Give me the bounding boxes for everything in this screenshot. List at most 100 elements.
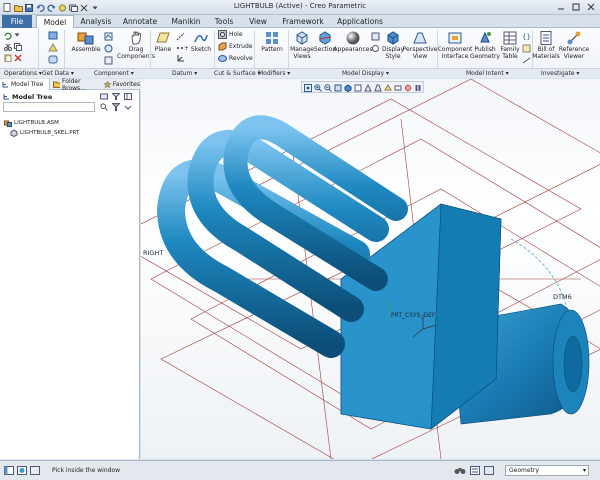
bill-of-materials-button[interactable]: Bill of Materials <box>532 30 560 60</box>
publish-geometry-button[interactable]: Publish Geometry <box>470 30 500 60</box>
tab-applications[interactable]: Applications <box>332 15 388 28</box>
coordinate-system-icon[interactable] <box>176 54 185 63</box>
datum-point-icon[interactable]: + <box>176 43 188 52</box>
browser-toggle-icon[interactable] <box>17 466 27 475</box>
copy-icon[interactable] <box>14 43 22 51</box>
cut-icon[interactable] <box>4 43 12 51</box>
selection-mode-icon[interactable] <box>484 466 494 475</box>
group-modifiers[interactable]: Modifiers ▾ <box>258 70 290 77</box>
search-icon[interactable] <box>100 103 108 111</box>
tab-file[interactable]: File <box>2 15 32 28</box>
shrinkwrap-icon[interactable] <box>48 55 58 64</box>
manage-views-button[interactable]: Manage Views <box>290 30 314 60</box>
pattern-label: Pattern <box>261 46 283 53</box>
component-interface-button[interactable]: Component Interface <box>438 30 472 60</box>
view-manager-icon[interactable] <box>363 83 372 92</box>
tab-model-tree[interactable]: Model Tree <box>0 79 50 90</box>
model-tree-header-icon <box>3 94 9 100</box>
extrude-button[interactable]: Extrude <box>218 42 252 51</box>
switch-dimensions-icon[interactable] <box>522 56 531 65</box>
hole-button[interactable]: Hole <box>218 30 243 39</box>
datum-axis-icon[interactable] <box>176 32 185 41</box>
group-datum[interactable]: Datum ▾ <box>172 70 197 77</box>
minimize-icon[interactable] <box>554 1 568 13</box>
sketch-button[interactable]: Sketch <box>190 30 212 54</box>
annotation-display-icon[interactable] <box>393 83 402 92</box>
pattern-button[interactable]: Pattern <box>258 30 286 54</box>
maximize-icon[interactable] <box>569 1 583 13</box>
find-binoculars-icon[interactable] <box>454 466 466 475</box>
tree-filters-icon[interactable] <box>112 93 120 100</box>
zoom-out-icon[interactable] <box>323 83 332 92</box>
tab-tools[interactable]: Tools <box>208 15 240 28</box>
paste-icon[interactable] <box>4 54 12 62</box>
graphics-window[interactable]: PRT_CSYS_DEF DTM6 RIGHT <box>141 79 600 459</box>
regenerate-options-icon[interactable] <box>14 32 20 38</box>
component-move-icon[interactable] <box>104 56 113 65</box>
regenerate-button[interactable] <box>4 32 12 40</box>
tree-settings-icon[interactable] <box>100 93 108 100</box>
datum-label-right[interactable]: RIGHT <box>143 249 163 257</box>
relations-icon[interactable]: {} <box>522 32 531 41</box>
pause-icon[interactable] <box>413 83 422 92</box>
close-icon[interactable] <box>584 1 598 13</box>
selection-filter-select[interactable]: Geometry ▾ <box>505 465 589 476</box>
tree-expand-icon[interactable] <box>124 103 132 111</box>
group-model-intent[interactable]: Model Intent ▾ <box>466 70 509 77</box>
group-model-display[interactable]: Model Display ▾ <box>342 70 389 77</box>
selection-list-icon[interactable] <box>470 466 480 475</box>
full-screen-icon[interactable] <box>30 466 40 475</box>
display-style-button[interactable]: Display Style <box>381 30 405 60</box>
perspective-small-icon[interactable] <box>373 83 382 92</box>
family-table-button[interactable]: Family Table <box>498 30 522 60</box>
delete-icon[interactable] <box>14 54 22 62</box>
tab-folder-browser[interactable]: Folder Brows... <box>51 78 101 92</box>
group-get-data[interactable]: Get Data ▾ <box>42 70 74 77</box>
filter-funnel-icon[interactable] <box>112 103 120 111</box>
model-tree-icon <box>2 82 8 88</box>
status-message: Pick inside the window <box>52 467 121 474</box>
model-tree-search-input[interactable] <box>3 102 95 112</box>
datum-label-csys[interactable]: PRT_CSYS_DEF <box>391 312 436 319</box>
repaint-icon[interactable] <box>333 83 342 92</box>
svg-text:{}: {} <box>522 33 531 41</box>
tab-view[interactable]: View <box>242 15 274 28</box>
revolve-button[interactable]: Revolve <box>218 54 253 63</box>
tree-item-part[interactable]: LIGHTBULB_SKEL.PRT <box>10 129 79 137</box>
saved-orientations-small-icon[interactable] <box>353 83 362 92</box>
tree-item-assembly[interactable]: LIGHTBULB.ASM <box>4 119 59 127</box>
tab-favorites[interactable]: Favorites <box>102 79 140 90</box>
assemble-button[interactable]: Assemble <box>70 30 102 54</box>
saved-orientations-icon[interactable] <box>371 32 380 41</box>
refit-icon[interactable] <box>371 44 380 53</box>
group-investigate[interactable]: Investigate ▾ <box>541 70 579 77</box>
user-defined-feature-icon[interactable] <box>48 31 58 40</box>
datum-display-filters-icon[interactable] <box>383 83 392 92</box>
component-tool-icon[interactable] <box>104 32 113 41</box>
tab-annotate[interactable]: Annotate <box>118 15 162 28</box>
refit-view-icon[interactable] <box>303 83 312 92</box>
perspective-view-button[interactable]: Perspective View <box>403 30 437 60</box>
ribbon-group-labels: Operations ▾ Get Data ▾ Component ▾ Datu… <box>0 68 600 78</box>
tree-columns-icon[interactable] <box>124 93 132 100</box>
tab-analysis[interactable]: Analysis <box>76 15 116 28</box>
appearances-button[interactable]: Appearances <box>333 30 373 54</box>
tab-model[interactable]: Model <box>36 15 74 29</box>
tab-manikin[interactable]: Manikin <box>166 15 206 28</box>
group-component[interactable]: Component ▾ <box>94 70 134 77</box>
display-style-small-icon[interactable] <box>343 83 352 92</box>
model-canvas[interactable]: PRT_CSYS_DEF DTM6 RIGHT <box>141 79 600 459</box>
datum-label-dtm6[interactable]: DTM6 <box>553 293 572 301</box>
zoom-in-icon[interactable] <box>313 83 322 92</box>
plane-button[interactable]: Plane <box>152 30 174 54</box>
group-operations[interactable]: Operations ▾ <box>4 70 42 77</box>
revolve-icon <box>218 55 227 62</box>
group-cut-surface[interactable]: Cut & Surface ▾ <box>214 70 261 77</box>
navigator-toggle-icon[interactable] <box>4 466 14 475</box>
spin-center-icon[interactable] <box>403 83 412 92</box>
component-operations-icon[interactable] <box>104 44 113 53</box>
copy-geometry-icon[interactable] <box>48 43 58 52</box>
tab-framework[interactable]: Framework <box>276 15 330 28</box>
reference-viewer-button[interactable]: Reference Viewer <box>559 30 589 60</box>
parameters-icon[interactable] <box>522 44 531 53</box>
